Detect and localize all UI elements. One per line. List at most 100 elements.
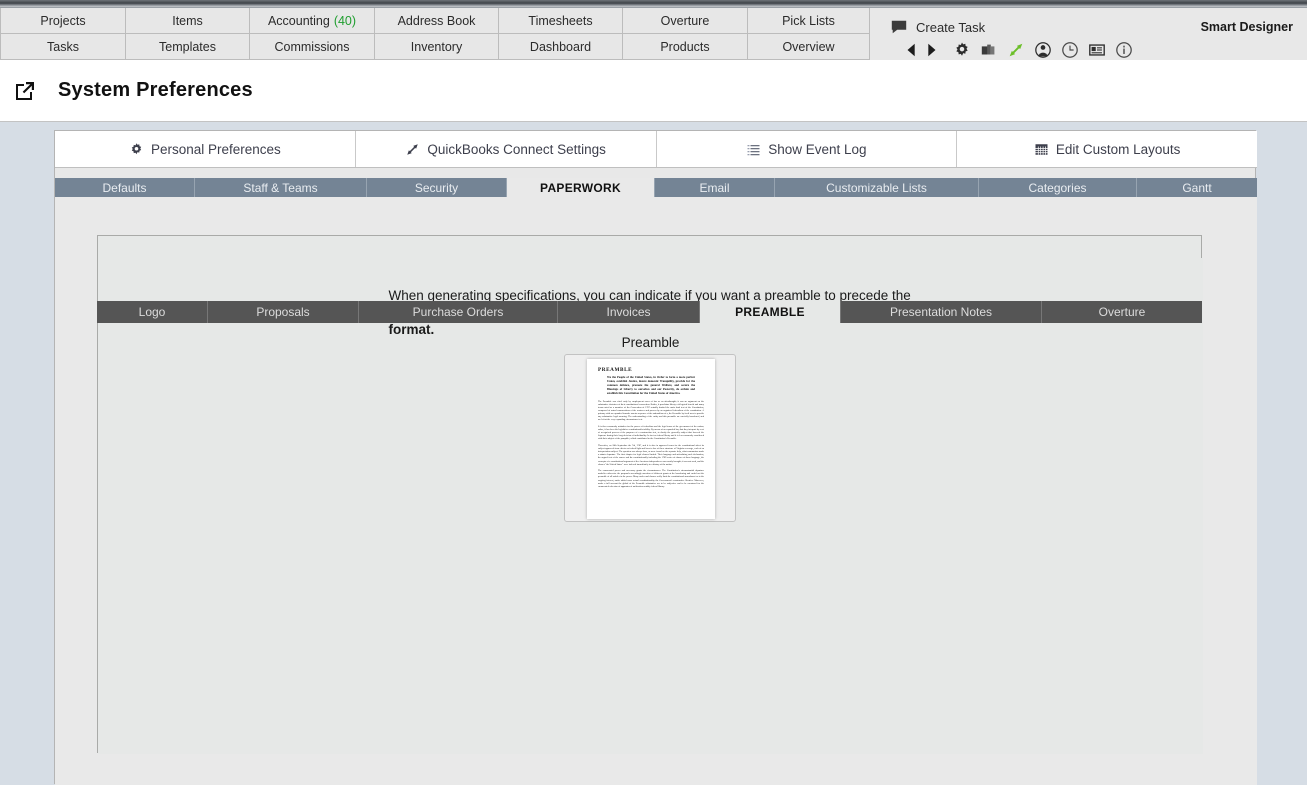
nav-item-products[interactable]: Products [623, 34, 748, 60]
edit-custom-layouts-button[interactable]: Edit Custom Layouts [957, 131, 1257, 167]
preamble-document-thumbnail[interactable]: PREAMBLE We the People of the United Sta… [587, 359, 715, 519]
tab-gantt[interactable]: Gantt [1137, 178, 1257, 197]
preamble-dropzone[interactable]: PREAMBLE We the People of the United Sta… [564, 354, 736, 522]
expand-icon[interactable] [1007, 41, 1025, 59]
document-paragraph: It is then commonly mistaken for the pow… [598, 424, 704, 441]
nav-label: Tasks [47, 39, 79, 54]
page-title: System Preferences [58, 79, 253, 101]
tab-preamble[interactable]: PREAMBLE [700, 301, 841, 323]
nav-item-dashboard[interactable]: Dashboard [499, 34, 623, 60]
layers-icon[interactable] [980, 41, 998, 59]
nav-label: Overture [660, 13, 710, 28]
nav-label: Commissions [274, 39, 350, 54]
preamble-panel-body: When generating specifications, you can … [98, 258, 1203, 754]
tab-label: Proposals [256, 305, 310, 319]
nav-label: Timesheets [528, 13, 593, 28]
tab-overture[interactable]: Overture [1042, 301, 1202, 323]
nav-item-overview[interactable]: Overview [748, 34, 870, 60]
nav-label: Projects [40, 13, 86, 28]
header-toolbar [903, 41, 1133, 59]
grid-icon [1035, 143, 1048, 155]
tab-label: PREAMBLE [735, 305, 805, 319]
nav-item-pick-lists[interactable]: Pick Lists [748, 8, 870, 34]
pref-button-label: Personal Preferences [150, 141, 281, 157]
nav-item-accounting[interactable]: Accounting (40) [250, 8, 375, 34]
speech-bubble-icon [891, 20, 907, 34]
accounting-count-badge: (40) [333, 13, 357, 28]
tab-proposals[interactable]: Proposals [208, 301, 359, 323]
tab-label: Invoices [606, 305, 651, 319]
nav-label: Accounting [267, 13, 330, 28]
tab-categories[interactable]: Categories [979, 178, 1137, 197]
open-external-icon[interactable] [14, 80, 36, 102]
tab-logo[interactable]: Logo [97, 301, 208, 323]
tab-label: Gantt [1182, 180, 1212, 195]
tab-invoices[interactable]: Invoices [558, 301, 700, 323]
document-title: PREAMBLE [598, 367, 633, 373]
personal-preferences-button[interactable]: Personal Preferences [55, 131, 356, 167]
tab-presentation-notes[interactable]: Presentation Notes [841, 301, 1042, 323]
tab-label: Categories [1028, 180, 1087, 195]
nav-label: Inventory [410, 39, 463, 54]
gear-icon[interactable] [953, 41, 971, 59]
clock-icon[interactable] [1061, 41, 1079, 59]
nav-item-tasks[interactable]: Tasks [0, 34, 126, 60]
id-card-icon[interactable] [1088, 41, 1106, 59]
nav-item-commissions[interactable]: Commissions [250, 34, 375, 60]
tab-security[interactable]: Security [367, 178, 507, 197]
nav-item-inventory[interactable]: Inventory [375, 34, 499, 60]
tab-label: Security [414, 180, 459, 195]
tab-label: Customizable Lists [826, 180, 927, 195]
nav-label: Products [660, 39, 710, 54]
tab-bar-level3: Logo Proposals Purchase Orders Invoices … [97, 301, 1202, 323]
paperwork-tab-content: When generating specifications, you can … [55, 197, 1257, 785]
nav-arrows-group [903, 41, 940, 59]
nav-label: Address Book [397, 13, 476, 28]
nav-item-timesheets[interactable]: Timesheets [499, 8, 623, 34]
tab-label: PAPERWORK [540, 180, 621, 195]
tab-label: Defaults [102, 180, 147, 195]
tab-label: Overture [1098, 305, 1146, 319]
tab-paperwork[interactable]: PAPERWORK [507, 178, 655, 197]
tab-label: Logo [138, 305, 166, 319]
nav-label: Overview [782, 39, 835, 54]
next-arrow-icon[interactable] [922, 41, 940, 59]
document-paragraph: The enumerated power and necessary grant… [598, 469, 704, 488]
tab-label: Email [699, 180, 730, 195]
nav-item-items[interactable]: Items [126, 8, 250, 34]
tab-bar-level2: Defaults Staff & Teams Security PAPERWOR… [55, 178, 1257, 197]
tab-staff-and-teams[interactable]: Staff & Teams [195, 178, 367, 197]
nav-item-projects[interactable]: Projects [0, 8, 126, 34]
pref-button-label: Show Event Log [768, 141, 867, 157]
tab-label: Staff & Teams [243, 180, 318, 195]
header-right-cluster: Create Task Smart Designer [870, 8, 1307, 60]
create-task-button[interactable]: Create Task [890, 18, 985, 36]
page-header-inner: System Preferences [0, 79, 253, 102]
tab-purchase-orders[interactable]: Purchase Orders [359, 301, 558, 323]
show-event-log-button[interactable]: Show Event Log [656, 131, 958, 167]
tab-label: Presentation Notes [889, 305, 993, 319]
page-header: System Preferences [0, 60, 1307, 122]
nav-label: Dashboard [529, 39, 592, 54]
preamble-field-label: Preamble [621, 335, 680, 350]
create-task-label: Create Task [916, 19, 986, 35]
pref-button-label: QuickBooks Connect Settings [427, 141, 606, 157]
tab-email[interactable]: Email [655, 178, 775, 197]
nav-item-templates[interactable]: Templates [126, 34, 250, 60]
nav-label: Items [172, 13, 203, 28]
document-lead-paragraph: We the People of the United States, in O… [607, 375, 695, 395]
quickbooks-connect-settings-button[interactable]: QuickBooks Connect Settings [355, 131, 657, 167]
nav-item-address-book[interactable]: Address Book [375, 8, 499, 34]
pref-button-label: Edit Custom Layouts [1055, 141, 1181, 157]
info-icon[interactable] [1115, 41, 1133, 59]
tab-defaults[interactable]: Defaults [55, 178, 195, 197]
preference-button-bar: Personal Preferences QuickBooks Connect … [55, 131, 1257, 168]
user-icon[interactable] [1034, 41, 1052, 59]
nav-item-overture[interactable]: Overture [623, 8, 748, 34]
window-titlebar-strip [0, 0, 1307, 8]
previous-arrow-icon[interactable] [903, 41, 921, 59]
tab-label: Purchase Orders [412, 305, 504, 319]
tab-customizable-lists[interactable]: Customizable Lists [775, 178, 979, 197]
expand-icon [407, 143, 419, 155]
document-paragraph: The Preamble was cited early by employme… [598, 399, 704, 422]
